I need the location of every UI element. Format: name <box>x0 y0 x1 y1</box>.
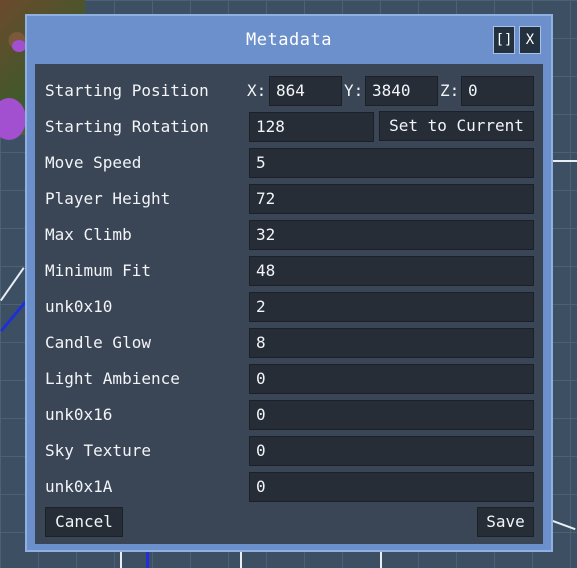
candle-glow-label: Candle Glow <box>45 333 151 352</box>
player-height-input[interactable]: 72 <box>249 184 534 214</box>
wireframe-line <box>240 552 242 568</box>
field-row: unk0x16 0 <box>35 399 543 431</box>
unk0x16-input[interactable]: 0 <box>249 400 534 430</box>
metadata-panel: Starting Position X: 864 Y: 3840 Z: 0 St… <box>35 64 543 544</box>
starting-position-row: Starting Position X: 864 Y: 3840 Z: 0 <box>35 75 543 107</box>
max-climb-label: Max Climb <box>45 225 132 244</box>
minimum-fit-label: Minimum Fit <box>45 261 151 280</box>
minimum-fit-input[interactable]: 48 <box>249 256 534 286</box>
field-row: Light Ambience 0 <box>35 363 543 395</box>
set-to-current-button[interactable]: Set to Current <box>379 111 534 141</box>
unk0x10-input[interactable]: 2 <box>249 292 534 322</box>
y-label: Y: <box>344 81 364 100</box>
field-row: Max Climb 32 <box>35 219 543 251</box>
z-label: Z: <box>440 81 460 100</box>
title-bar[interactable]: Metadata [] X <box>27 16 551 64</box>
position-y-input[interactable]: 3840 <box>365 76 438 106</box>
starting-rotation-label: Starting Rotation <box>45 117 209 136</box>
max-climb-input[interactable]: 32 <box>249 220 534 250</box>
candle-glow-input[interactable]: 8 <box>249 328 534 358</box>
player-height-label: Player Height <box>45 189 171 208</box>
wireframe-line <box>120 552 122 568</box>
rotation-input[interactable]: 128 <box>249 112 374 142</box>
unk0x16-label: unk0x16 <box>45 405 113 424</box>
field-row: Minimum Fit 48 <box>35 255 543 287</box>
light-ambience-label: Light Ambience <box>45 369 180 388</box>
unk0x10-label: unk0x10 <box>45 297 113 316</box>
field-row: Candle Glow 8 <box>35 327 543 359</box>
position-z-input[interactable]: 0 <box>461 76 534 106</box>
save-button[interactable]: Save <box>477 507 534 537</box>
metadata-dialog: Metadata [] X Starting Position X: 864 Y… <box>25 14 553 552</box>
cancel-button[interactable]: Cancel <box>45 507 123 537</box>
wireframe-line <box>146 552 149 568</box>
move-speed-label: Move Speed <box>45 153 142 172</box>
field-row: unk0x1A 0 <box>35 471 543 503</box>
light-ambience-input[interactable]: 0 <box>249 364 534 394</box>
starting-position-label: Starting Position <box>45 81 209 100</box>
move-speed-input[interactable]: 5 <box>249 148 534 178</box>
unk0x1a-input[interactable]: 0 <box>249 472 534 502</box>
field-row: Sky Texture 0 <box>35 435 543 467</box>
position-x-input[interactable]: 864 <box>269 76 342 106</box>
sky-texture-label: Sky Texture <box>45 441 151 460</box>
close-button[interactable]: X <box>519 26 541 54</box>
maximize-button[interactable]: [] <box>493 26 515 54</box>
purple-object <box>12 40 26 52</box>
sky-texture-input[interactable]: 0 <box>249 436 534 466</box>
unk0x1a-label: unk0x1A <box>45 477 113 496</box>
wireframe-line <box>553 160 577 162</box>
x-label: X: <box>247 81 267 100</box>
field-row: Move Speed 5 <box>35 147 543 179</box>
dialog-title: Metadata <box>246 30 332 50</box>
field-row: unk0x10 2 <box>35 291 543 323</box>
starting-rotation-row: Starting Rotation 128 Set to Current <box>35 111 543 143</box>
field-row: Player Height 72 <box>35 183 543 215</box>
wireframe-line <box>380 552 382 568</box>
